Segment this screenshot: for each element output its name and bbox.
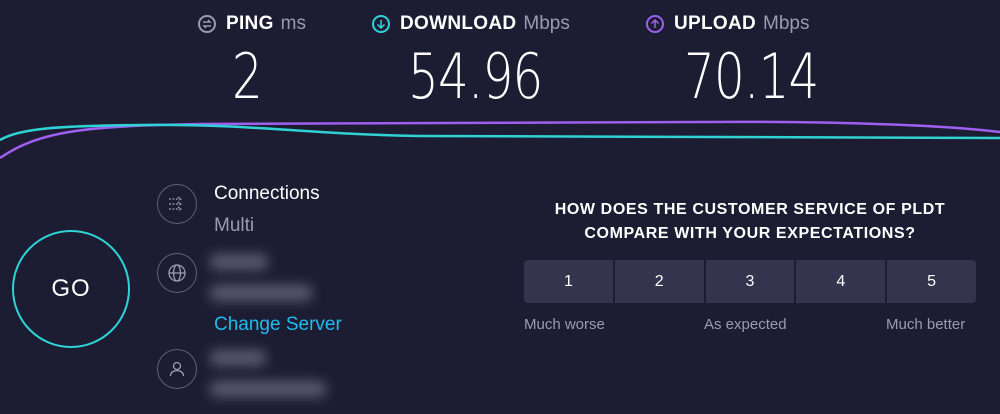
ping-value: 2 bbox=[232, 40, 263, 113]
survey-question-line1: HOW DOES THE CUSTOMER SERVICE OF PLDT bbox=[554, 201, 946, 218]
rating-option-2[interactable]: 2 bbox=[614, 260, 704, 303]
scale-mid-label: As expected bbox=[704, 316, 787, 333]
provider-ip-redacted bbox=[210, 381, 326, 397]
change-server-link[interactable]: Change Server bbox=[214, 314, 342, 336]
rating-option-5[interactable]: 5 bbox=[887, 260, 976, 303]
rating-option-1[interactable]: 1 bbox=[524, 260, 613, 303]
connections-title: Connections bbox=[214, 183, 320, 204]
survey-question-line2: COMPARE WITH YOUR EXPECTATIONS? bbox=[584, 225, 916, 242]
server-location-redacted bbox=[210, 285, 312, 301]
upload-speed-line bbox=[0, 120, 1000, 160]
upload-value: 70.14 bbox=[684, 40, 819, 113]
download-speed-line bbox=[0, 123, 1000, 142]
connections-arrows-icon bbox=[157, 184, 197, 224]
server-name-redacted bbox=[210, 254, 268, 270]
download-value: 54.96 bbox=[408, 40, 543, 113]
download-arrow-icon bbox=[372, 15, 390, 33]
provider-name-redacted bbox=[210, 350, 266, 366]
upload-unit: Mbps bbox=[763, 13, 810, 34]
rating-option-4[interactable]: 4 bbox=[796, 260, 886, 303]
ping-label: PING bbox=[226, 13, 274, 34]
download-label: DOWNLOAD bbox=[400, 13, 517, 34]
scale-high-label: Much better bbox=[886, 316, 966, 333]
globe-icon bbox=[157, 253, 197, 293]
upload-label: UPLOAD bbox=[674, 13, 757, 34]
upload-arrow-icon bbox=[646, 15, 664, 33]
ping-metric: PING ms 2 bbox=[198, 12, 306, 112]
speed-graph bbox=[0, 120, 1000, 160]
rating-scale: 1 2 3 4 5 bbox=[524, 260, 976, 303]
rating-option-3[interactable]: 3 bbox=[705, 260, 795, 303]
upload-metric: UPLOAD Mbps 70.14 bbox=[646, 12, 857, 112]
go-button[interactable]: GO bbox=[12, 230, 130, 348]
ping-unit: ms bbox=[280, 13, 306, 34]
download-unit: Mbps bbox=[523, 13, 570, 34]
download-metric: DOWNLOAD Mbps 54.96 bbox=[372, 12, 581, 112]
scale-low-label: Much worse bbox=[524, 316, 605, 333]
user-icon bbox=[157, 349, 197, 389]
ping-icon bbox=[198, 15, 216, 33]
survey-question: HOW DOES THE CUSTOMER SERVICE OF PLDT CO… bbox=[524, 198, 976, 246]
connections-value: Multi bbox=[214, 215, 255, 236]
